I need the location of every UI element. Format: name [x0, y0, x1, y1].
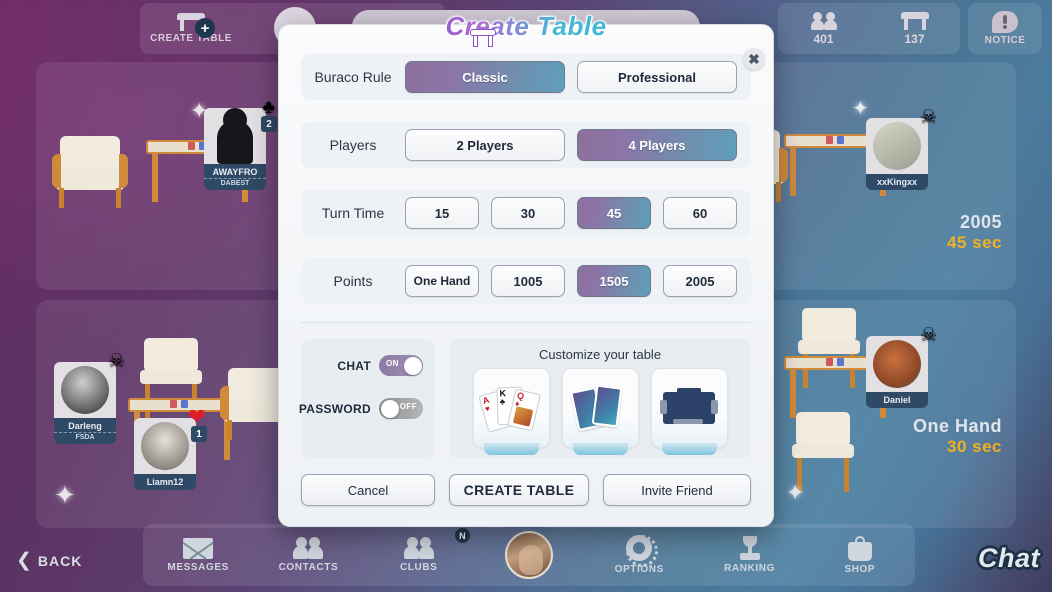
setting-label-points: Points — [333, 273, 373, 289]
card-backs-icon — [570, 383, 628, 433]
option-points-1005[interactable]: 1005 — [491, 265, 565, 297]
setting-label-turn-time: Turn Time — [321, 205, 385, 221]
option-turn-30[interactable]: 30 — [491, 197, 565, 229]
card-faces-theme[interactable]: A ♥ K ♣ Q ♦ — [472, 368, 550, 455]
option-turn-60[interactable]: 60 — [663, 197, 737, 229]
option-2-players[interactable]: 2 Players — [405, 129, 565, 161]
modal-overlay: Create Table ✖ Buraco Rule Classic Profe… — [0, 0, 1052, 592]
password-toggle-row: PASSWORD OFF — [299, 398, 423, 419]
password-toggle[interactable]: OFF — [379, 398, 423, 419]
password-toggle-state: OFF — [399, 402, 417, 411]
table-icon — [470, 29, 496, 47]
option-4-players[interactable]: 4 Players — [577, 129, 737, 161]
password-toggle-label: PASSWORD — [298, 401, 371, 416]
password-toggle-knob — [380, 399, 399, 418]
create-table-dialog: Create Table ✖ Buraco Rule Classic Profe… — [278, 11, 774, 527]
setting-label-players: Players — [329, 137, 377, 153]
chat-toggle-row: CHAT ON — [313, 355, 423, 376]
playing-cards-icon: A ♥ K ♣ Q ♦ — [478, 384, 541, 433]
create-table-button[interactable]: CREATE TABLE — [449, 474, 589, 506]
customize-panel: Customize your table A ♥ K ♣ Q ♦ — [449, 339, 751, 458]
option-turn-15[interactable]: 15 — [405, 197, 479, 229]
mid-section: CHAT ON PASSWORD OFF Customize your tabl… — [299, 339, 751, 458]
chat-toggle-label: CHAT — [337, 358, 371, 373]
setting-row-players: Players 2 Players 4 Players — [301, 122, 751, 168]
setting-row-points: Points One Hand 1005 1505 2005 — [301, 258, 751, 304]
cancel-button[interactable]: Cancel — [301, 474, 435, 506]
option-points-2005[interactable]: 2005 — [663, 265, 737, 297]
chat-toggle[interactable]: ON — [379, 355, 423, 376]
customize-title: Customize your table — [538, 347, 662, 362]
dialog-title: Create Table — [279, 11, 773, 42]
option-points-one-hand[interactable]: One Hand — [405, 265, 479, 297]
table-felt-theme[interactable] — [650, 368, 728, 455]
setting-row-buraco-rule: Buraco Rule Classic Professional — [301, 54, 751, 100]
card-backs-theme[interactable] — [561, 368, 639, 455]
option-professional[interactable]: Professional — [577, 61, 737, 93]
dialog-actions: Cancel CREATE TABLE Invite Friend — [301, 474, 751, 506]
table-felt-icon — [660, 386, 718, 430]
toggle-panel: CHAT ON PASSWORD OFF — [299, 339, 435, 458]
close-icon[interactable]: ✖ — [743, 48, 765, 70]
divider — [301, 322, 751, 323]
invite-friend-button[interactable]: Invite Friend — [603, 474, 751, 506]
option-turn-45[interactable]: 45 — [577, 197, 651, 229]
option-points-1505[interactable]: 1505 — [577, 265, 651, 297]
setting-row-turn-time: Turn Time 15 30 45 60 — [301, 190, 751, 236]
setting-label-buraco-rule: Buraco Rule — [314, 69, 392, 85]
chat-toggle-knob — [403, 356, 422, 375]
customize-thumbs: A ♥ K ♣ Q ♦ — [461, 368, 739, 455]
option-classic[interactable]: Classic — [405, 61, 565, 93]
chat-toggle-state: ON — [386, 359, 399, 368]
